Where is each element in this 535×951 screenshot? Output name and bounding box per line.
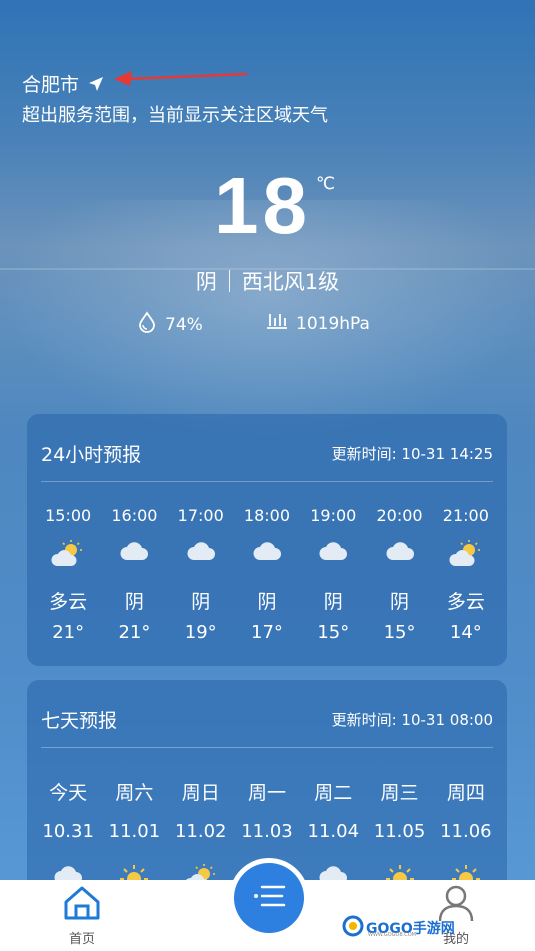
hour-time: 18:00 <box>243 506 291 525</box>
hourly-times: 15:00 16:00 17:00 18:00 19:00 20:00 21:00 <box>35 506 499 525</box>
hour-temp: 15° <box>317 622 350 643</box>
cloud-icon <box>234 540 300 572</box>
weekly-days: 今天 周六 周日 周一 周二 周三 周四 <box>35 778 499 805</box>
hourly-conditions: 多云 阴 阴 阴 阴 阴 多云 <box>35 587 499 614</box>
hour-cond: 阴 <box>390 591 410 613</box>
hour-time: 17:00 <box>177 506 224 525</box>
watermark: GOGO手游网 WWW.GOGO8.COM <box>342 915 455 941</box>
week-date: 11.04 <box>307 821 360 842</box>
pressure-value: 1019hPa <box>296 313 370 334</box>
tab-home-label: 首页 <box>68 932 95 947</box>
hour-time: 19:00 <box>310 506 357 525</box>
divider <box>228 270 230 292</box>
hour-temp: 14° <box>449 622 482 643</box>
partly-cloudy-icon <box>433 540 499 572</box>
week-day: 周二 <box>314 782 353 804</box>
cloud-icon <box>300 540 366 572</box>
divider <box>41 747 493 748</box>
week-day: 周六 <box>115 782 154 804</box>
hour-temp: 17° <box>251 622 283 643</box>
pressure-icon <box>266 311 288 336</box>
menu-icon <box>252 883 286 913</box>
hour-cond: 阴 <box>323 591 343 613</box>
city-name[interactable]: 合肥市 <box>22 70 79 97</box>
hour-time: 21:00 <box>442 506 489 525</box>
week-day: 周三 <box>380 782 419 804</box>
cloud-icon <box>101 540 167 572</box>
hour-cond: 多云 <box>49 591 88 613</box>
update-time: 更新时间: 10-31 14:25 <box>331 445 493 463</box>
location-arrow-icon[interactable] <box>87 75 105 93</box>
week-day: 周四 <box>446 782 485 804</box>
hourly-icons <box>35 540 499 572</box>
week-day: 周一 <box>247 782 286 804</box>
divider <box>41 481 493 482</box>
hour-time: 15:00 <box>45 506 92 525</box>
humidity-value: 74% <box>165 314 203 335</box>
watermark-subtext: WWW.GOGO8.COM <box>368 932 416 938</box>
partly-cloudy-icon <box>35 540 101 572</box>
week-date: 11.06 <box>440 821 492 842</box>
week-day: 今天 <box>49 782 88 804</box>
hour-cond: 多云 <box>446 591 485 613</box>
hourly-temperatures: 21° 21° 19° 17° 15° 15° 14° <box>35 622 499 643</box>
annotation-arrow <box>114 71 248 86</box>
cloud-icon <box>168 540 234 572</box>
update-time: 更新时间: 10-31 08:00 <box>331 711 493 729</box>
cloud-icon <box>366 540 432 572</box>
humidity: 74% <box>137 311 203 338</box>
week-date: 10.31 <box>42 821 94 842</box>
watermark-logo-icon <box>342 915 364 941</box>
menu-button[interactable] <box>229 858 309 938</box>
hour-cond: 阴 <box>257 591 277 613</box>
card-title: 七天预报 <box>41 710 118 732</box>
humidity-icon <box>137 311 157 338</box>
card-header: 七天预报 更新时间: 10-31 08:00 <box>41 706 493 733</box>
current-condition: 阴 <box>195 270 217 294</box>
tab-home[interactable]: 首页 <box>60 884 104 947</box>
week-date: 11.03 <box>241 821 293 842</box>
temperature-unit: ℃ <box>316 174 336 194</box>
week-date: 11.05 <box>373 821 426 842</box>
hour-time: 20:00 <box>376 506 423 525</box>
hour-temp: 21° <box>118 622 151 643</box>
service-notice: 超出服务范围，当前显示关注区域天气 <box>22 105 328 126</box>
current-temperature: 18 <box>214 161 311 250</box>
week-date: 11.02 <box>174 821 227 842</box>
week-day: 周日 <box>181 782 220 804</box>
hour-time: 16:00 <box>111 506 158 525</box>
hour-temp: 19° <box>184 622 217 643</box>
pressure: 1019hPa <box>266 311 370 336</box>
weekly-dates: 10.31 11.01 11.02 11.03 11.04 11.05 11.06 <box>35 821 499 842</box>
card-title: 24小时预报 <box>41 444 142 466</box>
hour-temp: 21° <box>52 622 85 643</box>
card-header: 24小时预报 更新时间: 10-31 14:25 <box>41 440 493 467</box>
condition-line: 阴西北风1级 <box>0 266 535 296</box>
hour-temp: 15° <box>383 622 416 643</box>
current-wind: 西北风1级 <box>241 270 340 294</box>
hour-cond: 阴 <box>191 591 211 613</box>
home-icon <box>62 886 102 926</box>
week-date: 11.01 <box>108 821 161 842</box>
hour-cond: 阴 <box>124 591 144 613</box>
hourly-forecast-card[interactable]: 24小时预报 更新时间: 10-31 14:25 15:00 16:00 17:00… <box>27 414 507 666</box>
location-row[interactable]: 合肥市 <box>22 70 105 97</box>
menu-button-circle[interactable] <box>234 863 304 933</box>
